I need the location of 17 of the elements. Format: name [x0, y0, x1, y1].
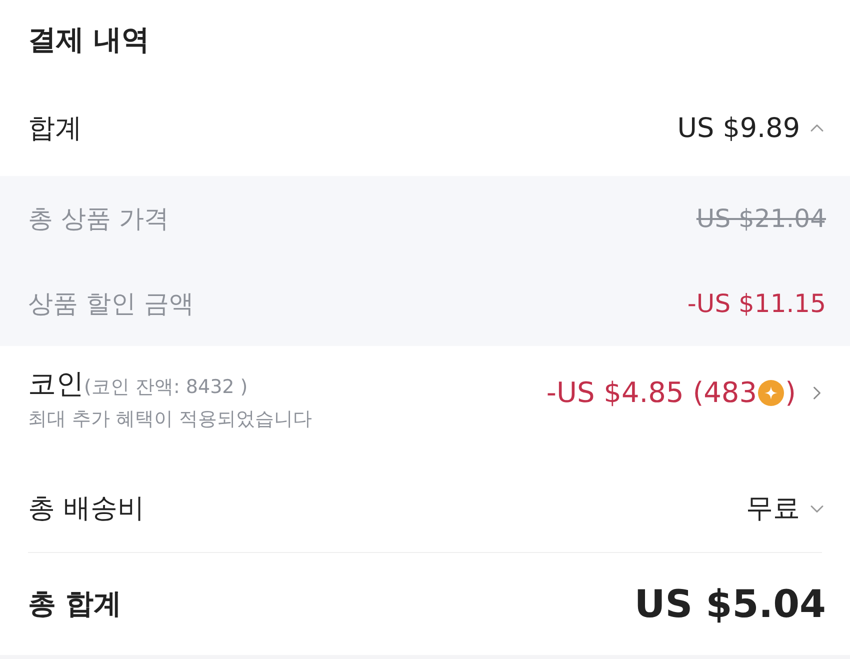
- breakdown-label: 총 상품 가격: [28, 206, 169, 231]
- coin-balance: (코인 잔액: 8432 ): [84, 375, 248, 400]
- section-title: 결제 내역: [28, 26, 150, 54]
- breakdown-amount: US $21.04: [696, 206, 826, 231]
- total-label: 총 합계: [28, 590, 122, 618]
- coin-discount-amount: -US $4.85 (483: [546, 379, 758, 407]
- breakdown-label: 상품 할인 금액: [28, 291, 194, 316]
- breakdown-amount: -US $11.15: [687, 291, 826, 316]
- total-amount: US $5.04: [634, 585, 826, 623]
- coin-discount-amount-end: ): [785, 379, 796, 407]
- shipping-amount: 무료: [746, 495, 800, 522]
- coin-benefit-note: 최대 추가 혜택이 적용되었습니다: [28, 407, 312, 432]
- subtotal-amount: US $9.89: [677, 114, 800, 142]
- coin-icon: [758, 380, 784, 406]
- shipping-label: 총 배송비: [28, 495, 145, 522]
- coin-label: 코인: [28, 366, 84, 402]
- subtotal-label: 합계: [28, 114, 82, 142]
